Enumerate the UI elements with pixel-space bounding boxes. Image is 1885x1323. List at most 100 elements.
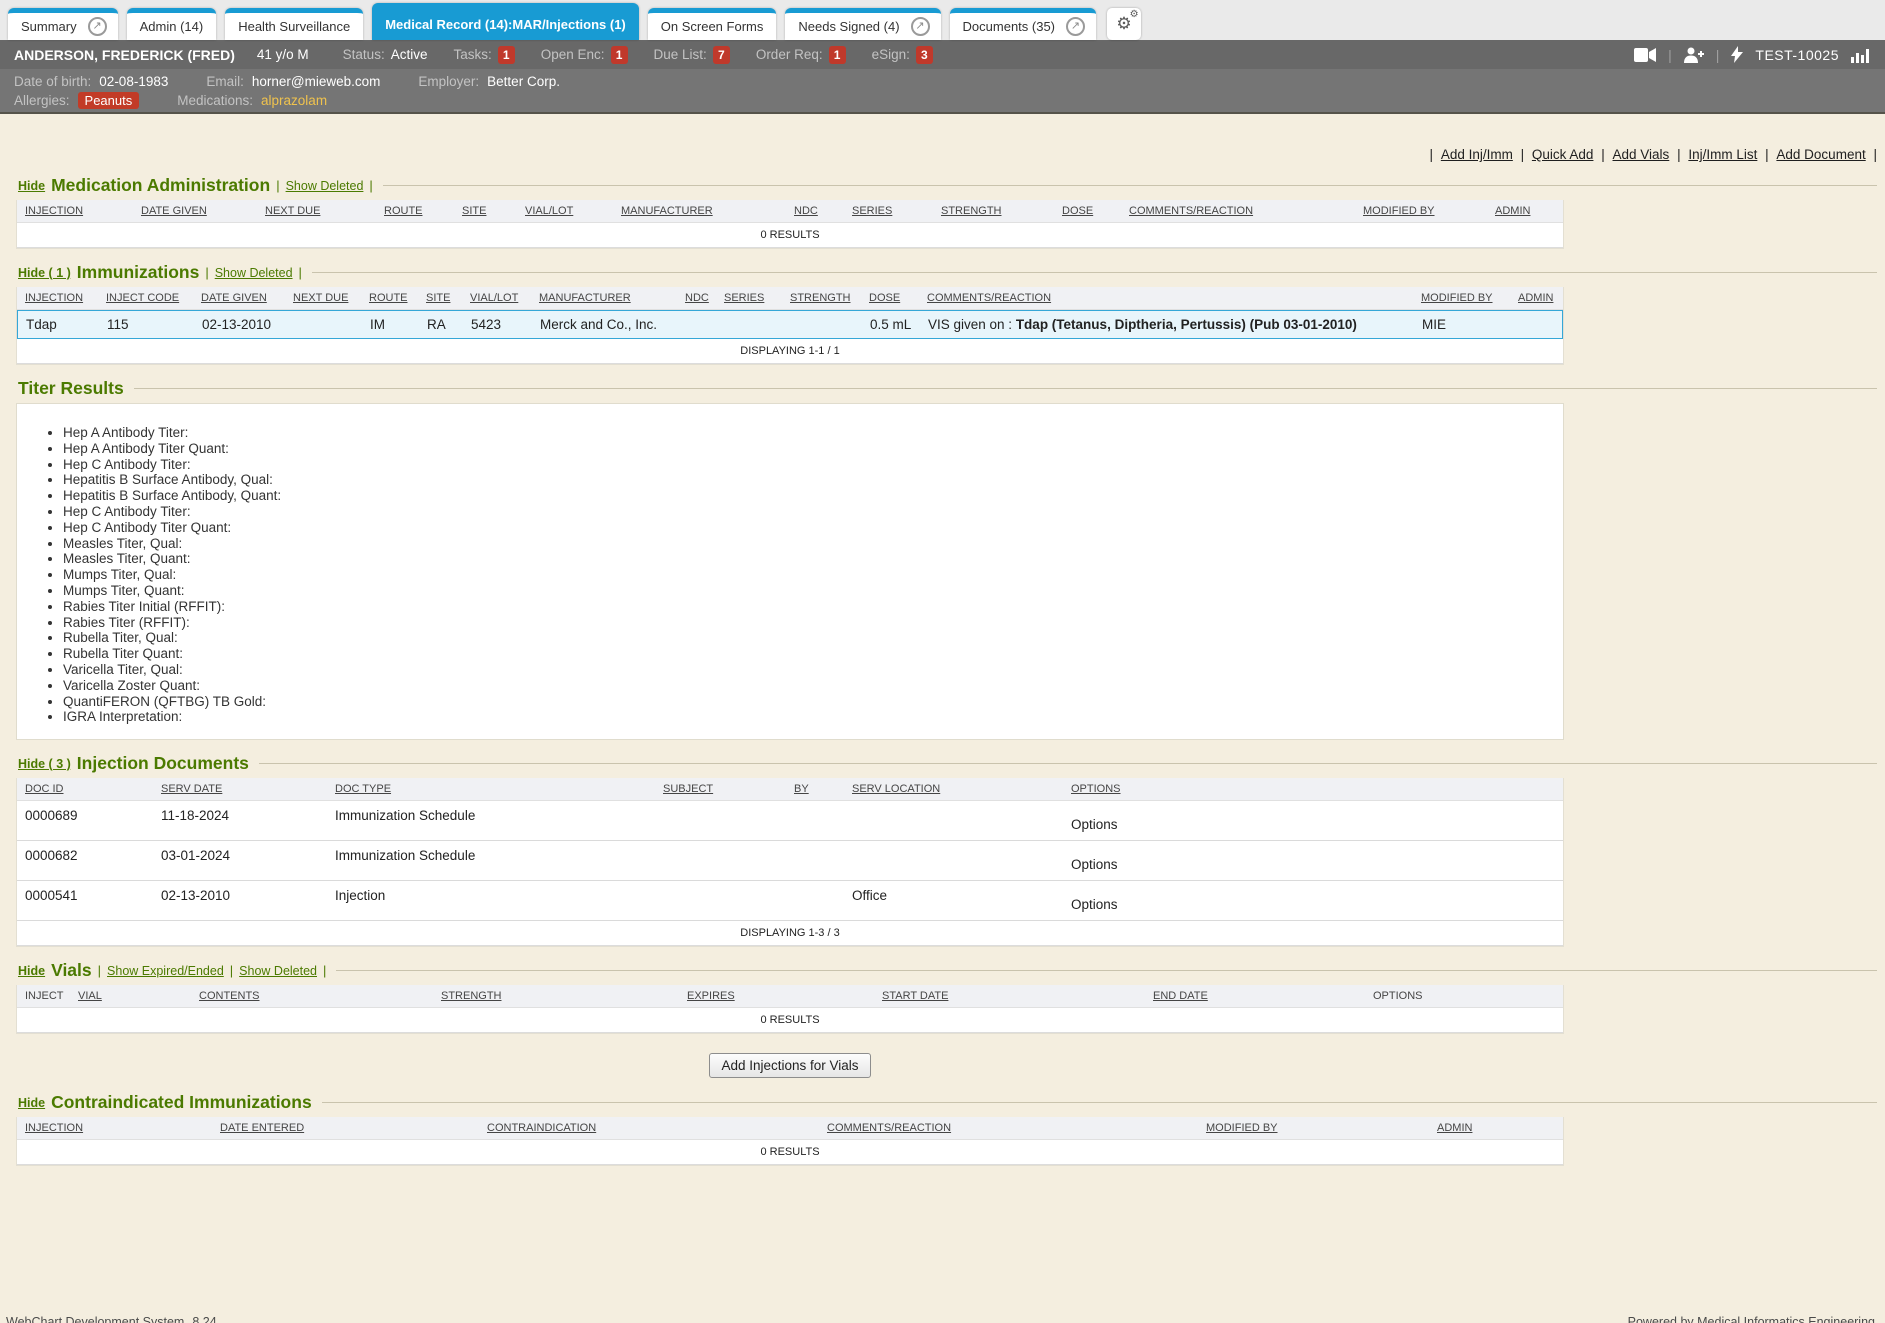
column-header[interactable]: SUBJECT xyxy=(655,778,786,800)
column-header[interactable]: EXPIRES xyxy=(679,985,874,1007)
hide-link[interactable]: Hide ( 1 ) xyxy=(18,266,71,280)
video-camera-icon[interactable] xyxy=(1634,48,1656,62)
column-header[interactable]: ROUTE xyxy=(376,200,454,222)
tab-needs-signed[interactable]: Needs Signed (4) ↗ xyxy=(785,8,940,40)
column-header[interactable]: START DATE xyxy=(874,985,1145,1007)
tab-health-surveillance[interactable]: Health Surveillance xyxy=(225,8,363,40)
add-document-link[interactable]: Add Document xyxy=(1776,147,1865,162)
options-link[interactable]: Options xyxy=(1063,841,1563,880)
cell-by xyxy=(786,881,844,920)
column-header[interactable]: VIAL/LOT xyxy=(517,200,613,222)
column-header[interactable]: CONTENTS xyxy=(191,985,433,1007)
column-header[interactable]: BY xyxy=(786,778,844,800)
column-header[interactable]: SERV DATE xyxy=(153,778,327,800)
column-header[interactable]: MODIFIED BY xyxy=(1413,287,1510,309)
tab-on-screen-forms[interactable]: On Screen Forms xyxy=(648,8,777,40)
add-inj-imm-link[interactable]: Add Inj/Imm xyxy=(1441,147,1513,162)
column-header[interactable]: SERIES xyxy=(844,200,933,222)
column-header[interactable]: DOSE xyxy=(861,287,919,309)
column-header[interactable]: STRENGTH xyxy=(782,287,861,309)
column-header[interactable]: ADMIN xyxy=(1429,1117,1563,1139)
column-header[interactable]: INJECTION xyxy=(17,1117,212,1139)
column-header[interactable]: ADMIN xyxy=(1487,200,1563,222)
column-header[interactable]: DATE GIVEN xyxy=(193,287,285,309)
column-header[interactable]: CONTRAINDICATION xyxy=(479,1117,819,1139)
column-header[interactable]: COMMENTS/REACTION xyxy=(919,287,1413,309)
column-header[interactable]: SERV LOCATION xyxy=(844,778,1063,800)
tab-label: Summary xyxy=(19,19,79,34)
document-row[interactable]: 0000682 03-01-2024 Immunization Schedule… xyxy=(17,841,1563,881)
document-row[interactable]: 0000541 02-13-2010 Injection Office Opti… xyxy=(17,881,1563,921)
hide-link[interactable]: Hide xyxy=(18,1096,45,1110)
add-injections-for-vials-button[interactable]: Add Injections for Vials xyxy=(709,1053,870,1078)
popout-icon[interactable]: ↗ xyxy=(911,17,930,36)
column-header[interactable]: INJECT CODE xyxy=(98,287,193,309)
bar-chart-icon[interactable] xyxy=(1851,47,1871,63)
allergy-badge[interactable]: Peanuts xyxy=(78,92,140,109)
options-link[interactable]: Options xyxy=(1063,801,1563,840)
column-header[interactable]: END DATE xyxy=(1145,985,1365,1007)
tasks-count-badge[interactable]: 1 xyxy=(498,46,515,64)
add-vials-link[interactable]: Add Vials xyxy=(1613,147,1670,162)
settings-button[interactable]: ⚙⚙ xyxy=(1107,8,1141,40)
column-header[interactable]: ADMIN xyxy=(1510,287,1563,309)
column-header[interactable]: DOC ID xyxy=(17,778,153,800)
tab-medical-record-active[interactable]: Medical Record (14):MAR/Injections (1) xyxy=(372,3,639,40)
column-header[interactable]: NDC xyxy=(677,287,716,309)
document-row[interactable]: 0000689 11-18-2024 Immunization Schedule… xyxy=(17,801,1563,841)
column-header[interactable]: DOC TYPE xyxy=(327,778,655,800)
column-header[interactable]: INJECTION xyxy=(17,200,133,222)
show-deleted-link[interactable]: Show Deleted xyxy=(215,266,293,280)
titer-item: Hep C Antibody Titer: xyxy=(63,457,1563,473)
column-header[interactable]: MANUFACTURER xyxy=(531,287,677,309)
due-list-count-badge[interactable]: 7 xyxy=(713,46,730,64)
column-header[interactable]: DATE GIVEN xyxy=(133,200,257,222)
popout-icon[interactable]: ↗ xyxy=(1066,17,1085,36)
lightning-bolt-icon[interactable] xyxy=(1731,46,1743,63)
column-header[interactable]: MANUFACTURER xyxy=(613,200,786,222)
tab-summary[interactable]: Summary ↗ xyxy=(8,8,118,40)
show-deleted-link[interactable]: Show Deleted xyxy=(239,964,317,978)
column-header[interactable]: COMMENTS/REACTION xyxy=(819,1117,1198,1139)
column-header[interactable]: SITE xyxy=(454,200,517,222)
esign-count-badge[interactable]: 3 xyxy=(916,46,933,64)
hide-link[interactable]: Hide xyxy=(18,964,45,978)
tab-admin[interactable]: Admin (14) xyxy=(127,8,217,40)
tab-documents[interactable]: Documents (35) ↗ xyxy=(950,8,1096,40)
medication-value[interactable]: alprazolam xyxy=(261,93,327,108)
open-enc-count-badge[interactable]: 1 xyxy=(611,46,628,64)
inj-imm-list-link[interactable]: Inj/Imm List xyxy=(1688,147,1757,162)
column-header[interactable]: STRENGTH xyxy=(433,985,679,1007)
column-header[interactable]: STRENGTH xyxy=(933,200,1054,222)
column-header[interactable]: NDC xyxy=(786,200,844,222)
column-header[interactable]: VIAL xyxy=(70,985,191,1007)
column-header[interactable]: SERIES xyxy=(716,287,782,309)
quick-add-link[interactable]: Quick Add xyxy=(1532,147,1594,162)
column-header[interactable]: SITE xyxy=(418,287,462,309)
column-header[interactable]: OPTIONS xyxy=(1063,778,1563,800)
hide-link[interactable]: Hide ( 3 ) xyxy=(18,757,71,771)
immunization-row-tdap[interactable]: Tdap 115 02-13-2010 IM RA 5423 Merck and… xyxy=(17,310,1563,339)
patient-age-sex: 41 y/o M xyxy=(257,47,309,62)
column-header[interactable]: COMMENTS/REACTION xyxy=(1121,200,1355,222)
column-header[interactable]: DATE ENTERED xyxy=(212,1117,479,1139)
order-req-count-badge[interactable]: 1 xyxy=(829,46,846,64)
hide-link[interactable]: Hide xyxy=(18,179,45,193)
status-value: Active xyxy=(391,47,428,62)
column-header[interactable]: DOSE xyxy=(1054,200,1121,222)
show-expired-link[interactable]: Show Expired/Ended xyxy=(107,964,224,978)
column-header[interactable]: VIAL/LOT xyxy=(462,287,531,309)
section-legend: Hide Vials | Show Expired/Ended | Show D… xyxy=(16,960,1877,981)
popout-icon[interactable]: ↗ xyxy=(88,17,107,36)
column-header[interactable]: MODIFIED BY xyxy=(1355,200,1487,222)
column-header[interactable]: MODIFIED BY xyxy=(1198,1117,1429,1139)
options-link[interactable]: Options xyxy=(1063,881,1563,920)
table-header-row: INJECT VIAL CONTENTS STRENGTH EXPIRES ST… xyxy=(17,985,1563,1008)
page-footer: WebChart Development System8.24 Powered … xyxy=(0,1314,1885,1323)
add-user-icon[interactable] xyxy=(1684,47,1704,63)
column-header[interactable]: INJECTION xyxy=(17,287,98,309)
show-deleted-link[interactable]: Show Deleted xyxy=(286,179,364,193)
column-header[interactable]: NEXT DUE xyxy=(285,287,361,309)
column-header[interactable]: NEXT DUE xyxy=(257,200,376,222)
column-header[interactable]: ROUTE xyxy=(361,287,418,309)
